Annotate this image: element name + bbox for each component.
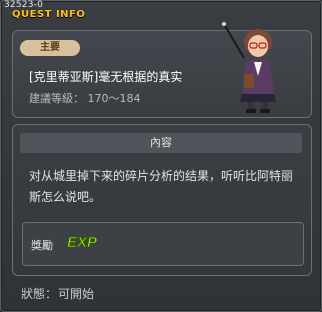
quest-description: 对从城里掉下来的碎片分析的结果，听听比阿特丽斯怎么说吧。 <box>29 169 294 204</box>
window-title: QUEST INFO <box>12 9 86 20</box>
status-label: 狀態： <box>21 287 58 301</box>
npc-portrait-icon <box>222 22 276 113</box>
exp-reward-text: EXP <box>67 234 98 251</box>
quest-category-badge: 主要 <box>20 40 80 56</box>
reward-label: 獎勵 <box>31 239 53 252</box>
content-header: 內容 <box>20 133 302 153</box>
exp-reward-icon[interactable]: EXP <box>64 232 100 252</box>
quest-name: [克里蒂亚斯]毫无根据的真实 <box>29 70 183 84</box>
quest-recommended-level: 建議等級： 170～184 <box>29 92 141 105</box>
status-value: 可開始 <box>58 287 95 301</box>
